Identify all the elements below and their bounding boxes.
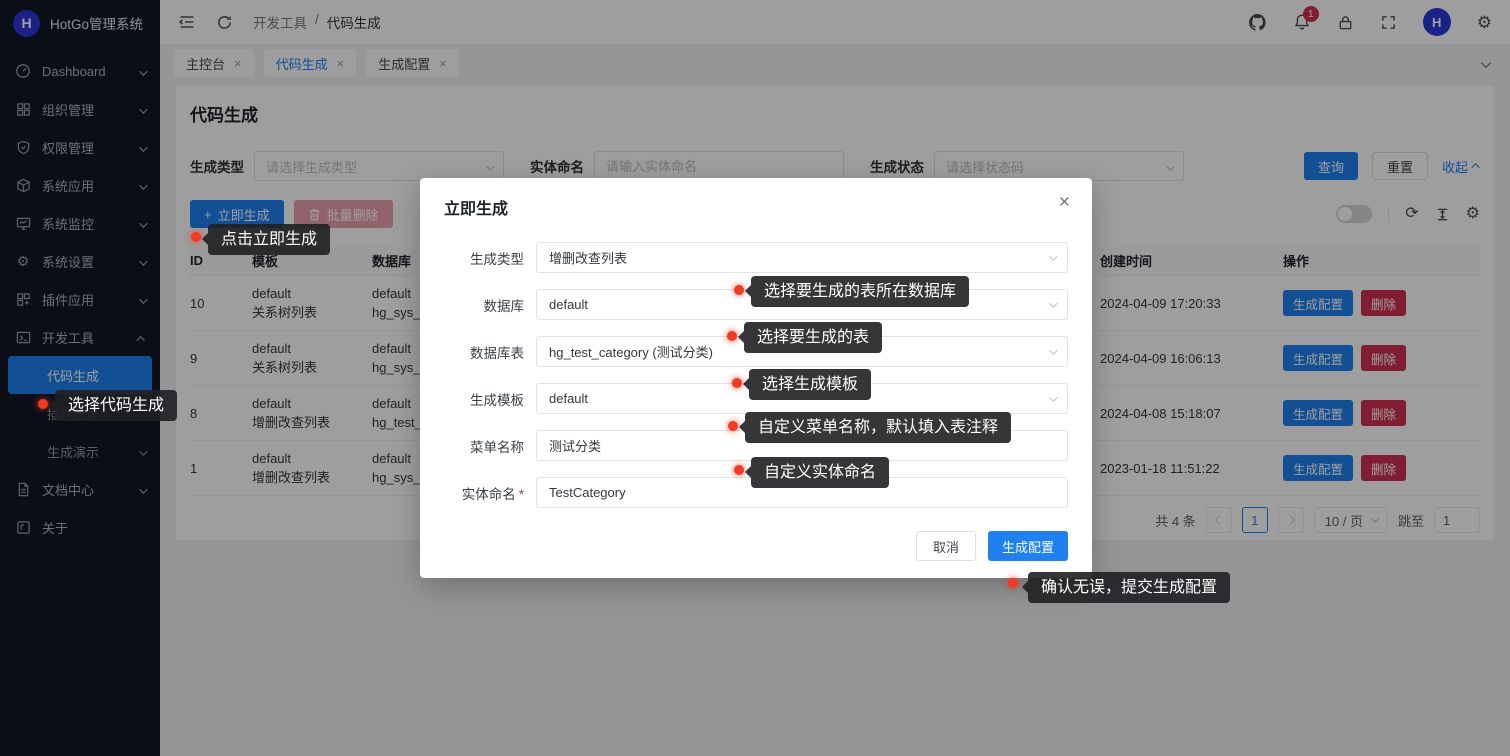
guide-dot: [734, 465, 744, 475]
template-label: 生成模板: [444, 389, 524, 409]
guide-tooltip: 选择代码生成: [55, 390, 177, 421]
entity-name-label: 实体命名*: [444, 483, 524, 503]
chevron-down-icon: [1049, 252, 1057, 260]
gen-type-value: 增删改查列表: [549, 248, 627, 267]
close-icon[interactable]: ×: [1059, 192, 1070, 214]
guide-tooltip: 选择要生成的表: [744, 322, 882, 353]
guide-dot: [734, 285, 744, 295]
guide-tooltip: 选择要生成的表所在数据库: [751, 276, 969, 307]
menu-name-label: 菜单名称: [444, 436, 524, 456]
guide-tooltip: 自定义实体命名: [751, 457, 889, 488]
modal-title: 立即生成: [444, 195, 1068, 219]
guide-dot: [38, 399, 48, 409]
guide-dot: [728, 421, 738, 431]
template-value: default: [549, 391, 588, 406]
chevron-down-icon: [1049, 346, 1057, 354]
db-table-value: hg_test_category (测试分类): [549, 342, 713, 361]
guide-tooltip: 点击立即生成: [208, 224, 330, 255]
guide-dot: [1008, 578, 1018, 588]
guide-tooltip: 自定义菜单名称，默认填入表注释: [745, 412, 1011, 443]
required-mark: *: [519, 487, 524, 502]
db-table-label: 数据库表: [444, 342, 524, 362]
db-label: 数据库: [444, 295, 524, 315]
chevron-down-icon: [1049, 393, 1057, 401]
db-value: default: [549, 297, 588, 312]
guide-dot: [727, 331, 737, 341]
guide-tooltip: 确认无误，提交生成配置: [1028, 572, 1230, 603]
gen-type-label: 生成类型: [444, 248, 524, 268]
guide-tooltip: 选择生成模板: [749, 369, 871, 400]
gen-type-select[interactable]: 增删改查列表: [536, 242, 1068, 273]
modal-footer: 取消 生成配置: [916, 531, 1068, 561]
guide-dot: [732, 378, 742, 388]
submit-config-button[interactable]: 生成配置: [988, 531, 1068, 561]
chevron-down-icon: [1049, 299, 1057, 307]
cancel-button[interactable]: 取消: [916, 531, 976, 561]
guide-dot: [191, 232, 201, 242]
